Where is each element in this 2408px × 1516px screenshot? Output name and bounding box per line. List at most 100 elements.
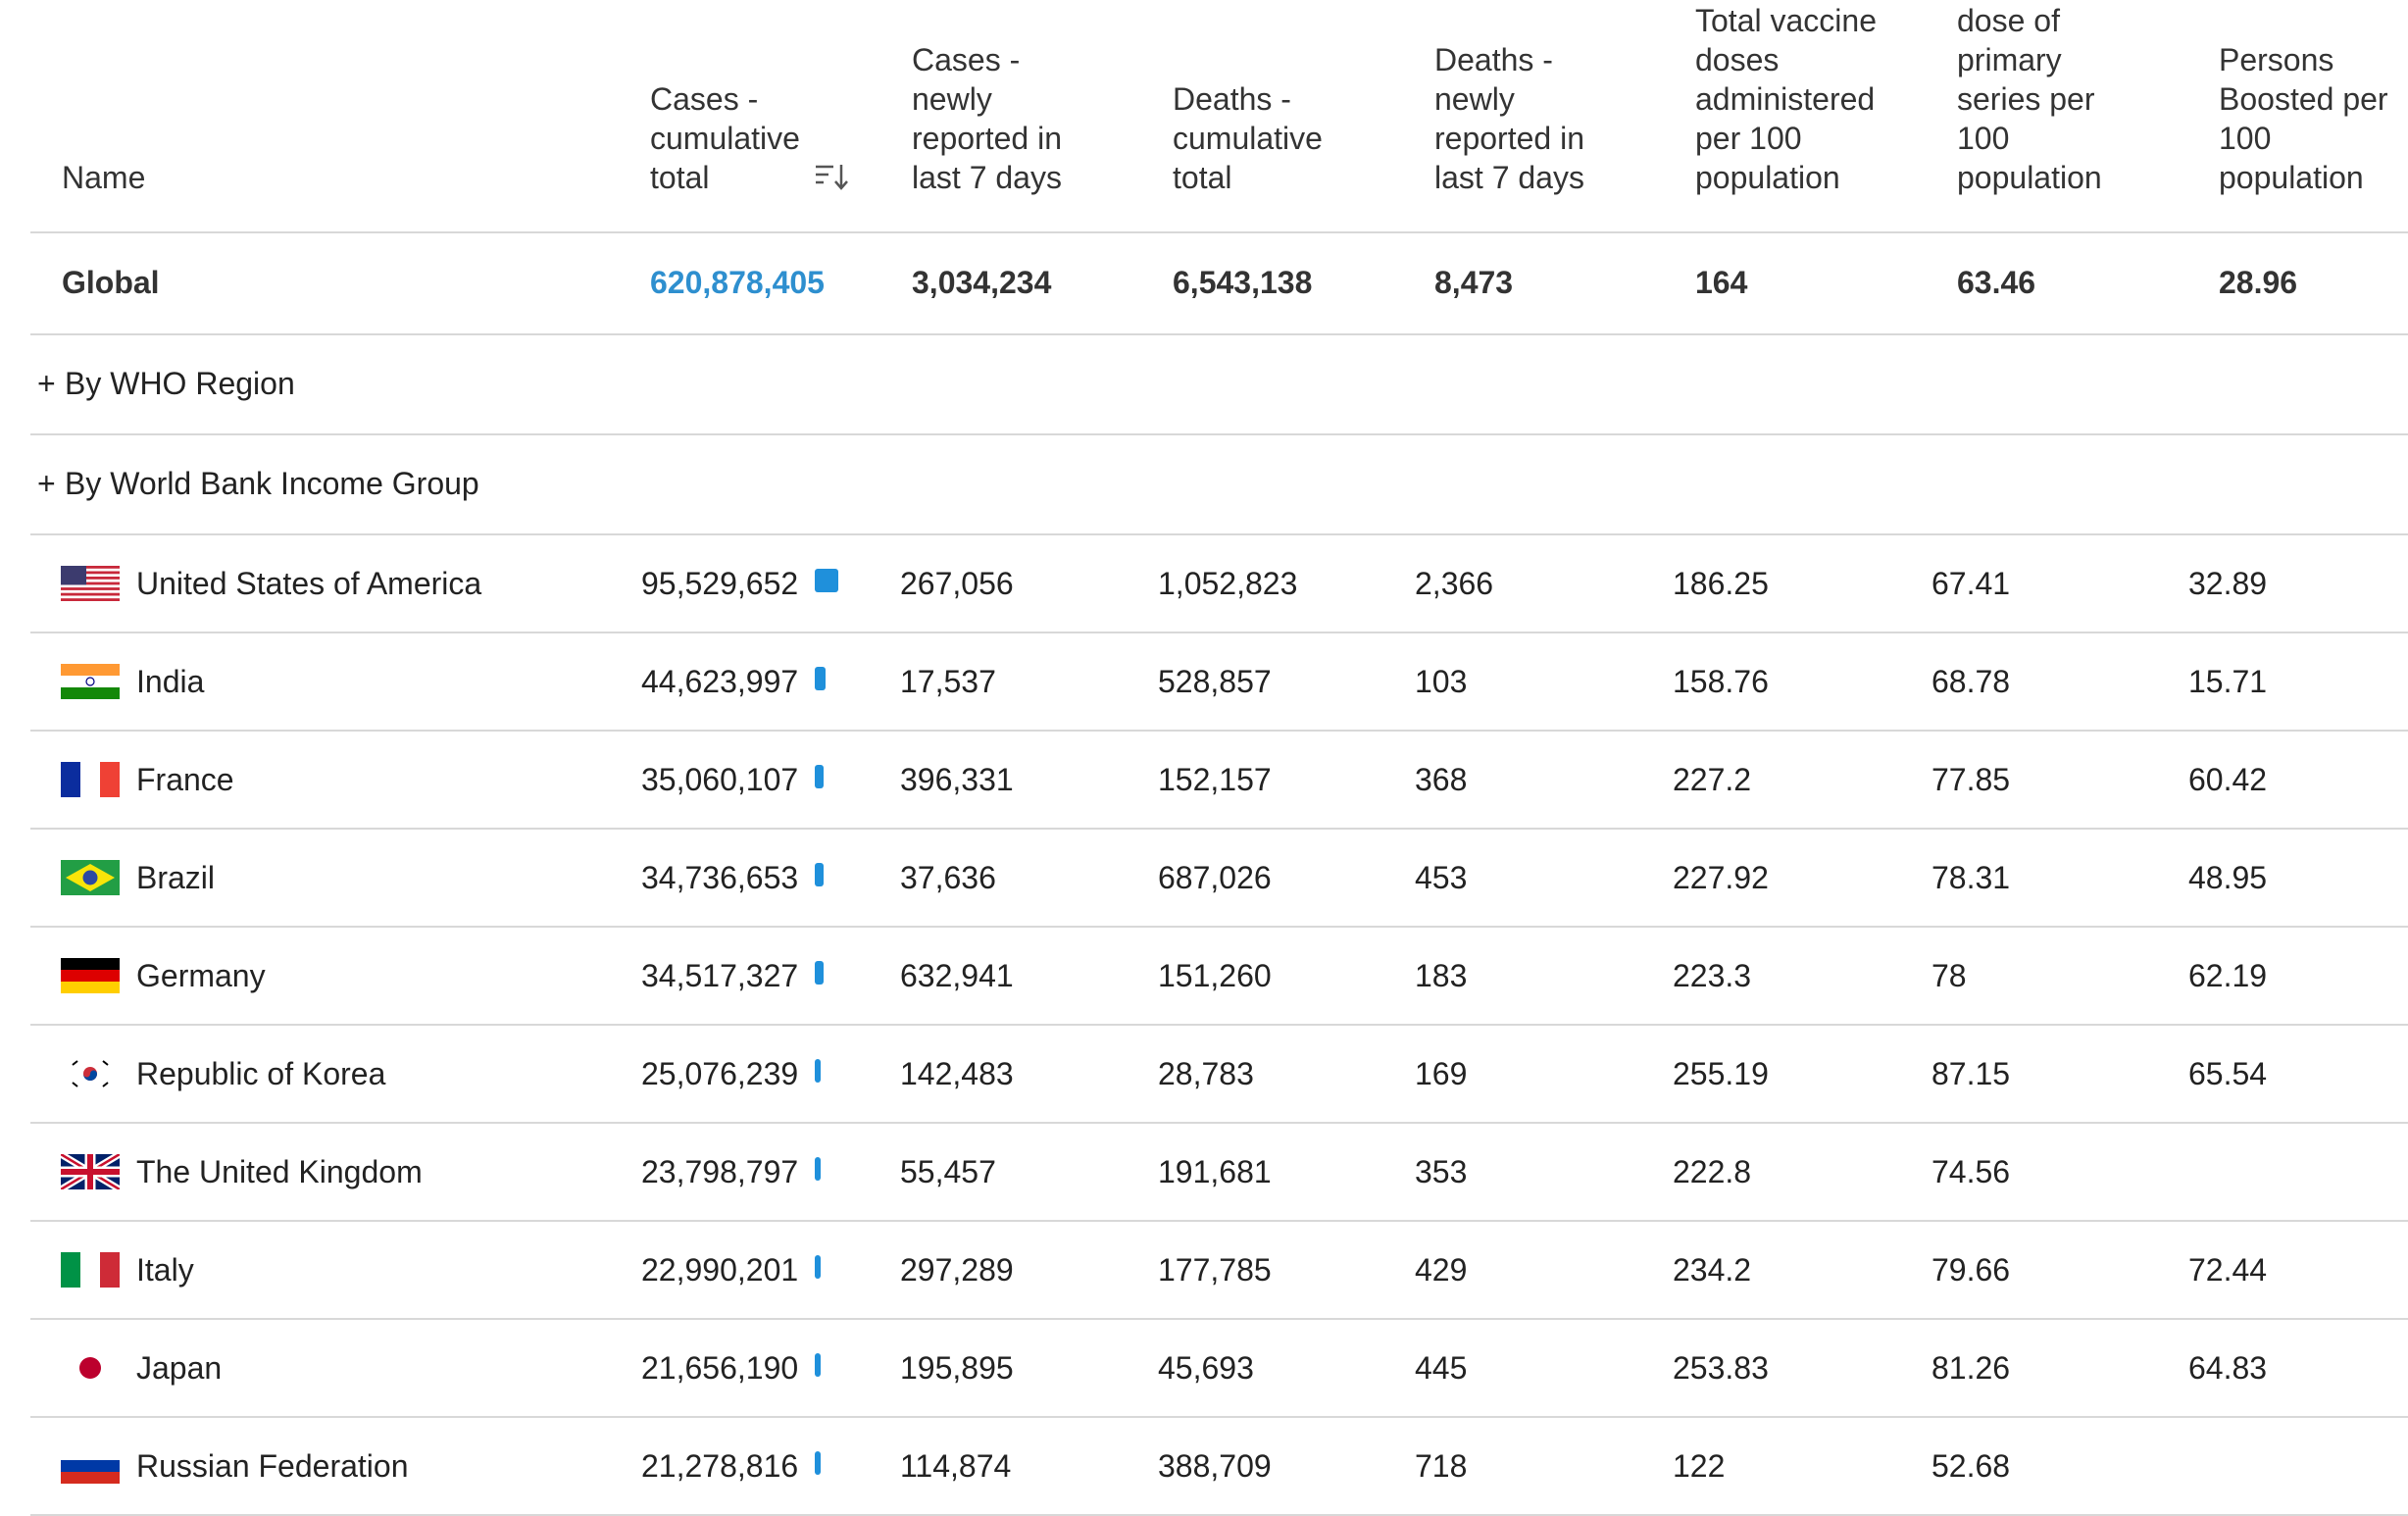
deaths-cumulative-value: 528,857	[1158, 664, 1272, 699]
table-row: The United Kingdom 23,798,797 55,457 191,68…	[0, 1124, 2408, 1220]
vaccine-doses-value: 255.19	[1673, 1056, 1769, 1091]
deaths-cumulative-value: 151,260	[1158, 958, 1272, 993]
vaccine-doses-value: 223.3	[1673, 958, 1752, 993]
global-primary-series: 63.46	[1957, 265, 2036, 300]
deaths-7d-value: 445	[1415, 1350, 1468, 1386]
table-row: Brazil 34,736,653 37,636 687,026 453 227.92 78…	[0, 830, 2408, 926]
cases-cumulative-value: 34,517,327	[641, 958, 799, 993]
country-name-link[interactable]: India	[136, 633, 204, 730]
primary-series-value: 79.66	[1931, 1252, 2011, 1288]
country-name-link[interactable]: Brazil	[136, 830, 215, 926]
country-name-link[interactable]: Germany	[136, 928, 266, 1024]
country-name-link[interactable]: United States of America	[136, 535, 481, 632]
primary-series-value: 77.85	[1931, 762, 2011, 797]
boosted-value: 62.19	[2188, 958, 2268, 993]
cases-7d-value: 37,636	[900, 860, 996, 895]
vaccine-doses-value: 186.25	[1673, 566, 1769, 601]
cases-cumulative-value: 23,798,797	[641, 1154, 799, 1189]
column-header-name[interactable]: Name	[62, 158, 145, 197]
deaths-7d-value: 353	[1415, 1154, 1468, 1189]
global-cases-7d: 3,034,234	[912, 265, 1052, 300]
cases-share-bar	[815, 863, 824, 886]
deaths-cumulative-value: 687,026	[1158, 860, 1272, 895]
primary-series-value: 81.26	[1931, 1350, 2011, 1386]
global-boosted: 28.96	[2219, 265, 2298, 300]
primary-series-value: 78.31	[1931, 860, 2011, 895]
column-header-cases-7d[interactable]: Cases - newly reported in last 7 days	[912, 40, 1062, 197]
vaccine-doses-value: 227.2	[1673, 762, 1752, 797]
cases-share-bar	[815, 667, 826, 690]
group-label: By WHO Region	[65, 366, 295, 401]
country-name-link[interactable]: Italy	[136, 1222, 194, 1318]
deaths-cumulative-value: 28,783	[1158, 1056, 1254, 1091]
deaths-7d-value: 718	[1415, 1448, 1468, 1484]
deaths-cumulative-value: 191,681	[1158, 1154, 1272, 1189]
boosted-value: 65.54	[2188, 1056, 2268, 1091]
boosted-value: 72.44	[2188, 1252, 2268, 1288]
france-flag-icon	[61, 762, 120, 797]
country-name-link[interactable]: Russian Federation	[136, 1418, 408, 1514]
germany-flag-icon	[61, 958, 120, 993]
expand-plus-icon: +	[37, 366, 56, 401]
column-header-deaths-cumulative[interactable]: Deaths - cumulative total	[1173, 79, 1323, 197]
primary-series-value: 87.15	[1931, 1056, 2011, 1091]
vaccine-doses-value: 234.2	[1673, 1252, 1752, 1288]
cases-7d-value: 195,895	[900, 1350, 1014, 1386]
global-deaths-7d: 8,473	[1434, 265, 1514, 300]
cases-7d-value: 297,289	[900, 1252, 1014, 1288]
cases-cumulative-value: 22,990,201	[641, 1252, 799, 1288]
country-name-link[interactable]: France	[136, 732, 234, 828]
table-row: France 35,060,107 396,331 152,157 368 227.2 77…	[0, 732, 2408, 828]
india-flag-icon	[61, 664, 120, 699]
russia-flag-icon	[61, 1448, 120, 1484]
boosted-value: 64.83	[2188, 1350, 2268, 1386]
cases-share-bar	[815, 1451, 821, 1475]
cases-cumulative-value: 25,076,239	[641, 1056, 799, 1091]
japan-flag-icon	[61, 1350, 120, 1386]
vaccine-doses-value: 253.83	[1673, 1350, 1769, 1386]
primary-series-value: 68.78	[1931, 664, 2011, 699]
deaths-cumulative-value: 388,709	[1158, 1448, 1272, 1484]
cases-cumulative-value: 44,623,997	[641, 664, 799, 699]
cases-share-bar	[815, 569, 838, 592]
boosted-value: 15.71	[2188, 664, 2268, 699]
table-row: Germany 34,517,327 632,941 151,260 183 223.3 7…	[0, 928, 2408, 1024]
us-flag-icon	[61, 566, 120, 601]
vaccine-doses-value: 122	[1673, 1448, 1726, 1484]
column-header-boosted[interactable]: Persons Boosted per 100 population	[2219, 40, 2388, 197]
who-region-expander[interactable]: + By WHO Region	[0, 335, 2408, 431]
column-header-cases-cumulative[interactable]: Cases - cumulative total	[650, 79, 800, 197]
cases-share-bar	[815, 961, 824, 985]
deaths-cumulative-value: 45,693	[1158, 1350, 1254, 1386]
sort-descending-icon[interactable]	[814, 162, 849, 191]
global-deaths-cumulative: 6,543,138	[1173, 265, 1313, 300]
country-name-link[interactable]: The United Kingdom	[136, 1124, 423, 1220]
primary-series-value: 74.56	[1931, 1154, 2011, 1189]
primary-series-value: 78	[1931, 958, 1967, 993]
cases-cumulative-value: 34,736,653	[641, 860, 799, 895]
table-row: Republic of Korea 25,076,239 142,483 28,783…	[0, 1026, 2408, 1122]
cases-7d-value: 632,941	[900, 958, 1014, 993]
primary-series-value: 67.41	[1931, 566, 2011, 601]
deaths-7d-value: 183	[1415, 958, 1468, 993]
deaths-7d-value: 429	[1415, 1252, 1468, 1288]
deaths-7d-value: 2,366	[1415, 566, 1494, 601]
column-header-vaccine-doses[interactable]: Total vaccine doses administered per 100…	[1695, 1, 1877, 197]
table-row: Russian Federation 21,278,816 114,874 388,7…	[0, 1418, 2408, 1514]
country-name-link[interactable]: Japan	[136, 1320, 222, 1416]
cases-7d-value: 114,874	[900, 1448, 1012, 1484]
table-row: Italy 22,990,201 297,289 177,785 429 234.2 79.…	[0, 1222, 2408, 1318]
column-header-primary-series[interactable]: dose of primary series per 100 populatio…	[1957, 1, 2102, 197]
cases-cumulative-value: 21,278,816	[641, 1448, 799, 1484]
deaths-cumulative-value: 1,052,823	[1158, 566, 1298, 601]
deaths-7d-value: 169	[1415, 1056, 1468, 1091]
cases-7d-value: 55,457	[900, 1154, 996, 1189]
cases-cumulative-value: 95,529,652	[641, 566, 799, 601]
income-group-expander[interactable]: + By World Bank Income Group	[0, 435, 2408, 531]
deaths-cumulative-value: 177,785	[1158, 1252, 1272, 1288]
column-header-deaths-7d[interactable]: Deaths - newly reported in last 7 days	[1434, 40, 1584, 197]
country-name-link[interactable]: Republic of Korea	[136, 1026, 385, 1122]
deaths-cumulative-value: 152,157	[1158, 762, 1272, 797]
global-cases-cumulative[interactable]: 620,878,405	[650, 233, 825, 331]
primary-series-value: 52.68	[1931, 1448, 2011, 1484]
